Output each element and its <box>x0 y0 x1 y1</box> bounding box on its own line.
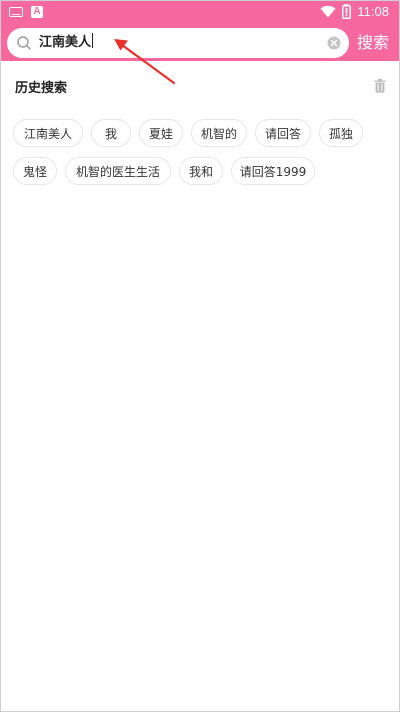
history-tag[interactable]: 夏娃 <box>139 119 183 147</box>
annotation-arrow-icon <box>114 39 176 85</box>
history-tag[interactable]: 我 <box>91 119 131 147</box>
search-input-value: 江南美人 <box>39 35 92 50</box>
battery-icon <box>342 4 352 19</box>
search-button[interactable]: 搜索 <box>357 31 389 55</box>
history-title: 历史搜索 <box>15 81 68 96</box>
history-tag[interactable]: 请回答 <box>255 119 311 147</box>
app-frame: A 11:08 江南美人 搜索 历史搜索 江南美人 我 夏娃 机智的 请回答 孤… <box>0 0 400 712</box>
history-tag[interactable]: 江南美人 <box>13 119 83 147</box>
status-bar: A 11:08 <box>1 1 399 25</box>
history-tag[interactable]: 机智的医生生活 <box>65 157 171 185</box>
history-tag[interactable]: 鬼怪 <box>13 157 57 185</box>
wifi-icon <box>320 5 336 18</box>
text-cursor <box>92 33 94 48</box>
keyboard-icon <box>9 7 23 17</box>
search-header: 江南美人 搜索 <box>1 25 399 61</box>
history-tag[interactable]: 请回答1999 <box>231 157 315 185</box>
clear-icon[interactable] <box>327 36 341 50</box>
search-icon <box>17 36 31 50</box>
app-a-icon: A <box>31 6 43 18</box>
history-tag[interactable]: 孤独 <box>319 119 363 147</box>
status-time: 11:08 <box>357 4 389 19</box>
trash-icon[interactable] <box>374 79 386 93</box>
history-tag[interactable]: 我和 <box>179 157 223 185</box>
history-tag[interactable]: 机智的 <box>191 119 247 147</box>
